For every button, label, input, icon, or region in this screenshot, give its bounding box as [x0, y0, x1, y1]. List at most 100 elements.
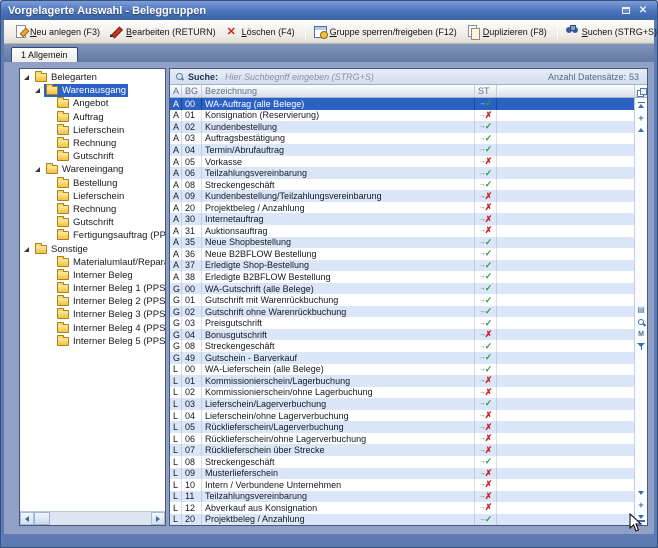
table-row[interactable]: A 06 Teilzahlungsvereinbarung [170, 167, 634, 179]
expand-triangle-icon[interactable] [24, 75, 29, 80]
table-row[interactable]: L 07 Rücklieferschein über Strecke [170, 444, 634, 456]
tree-horizontal-scrollbar[interactable] [20, 511, 165, 525]
loeschen-button[interactable]: Löschen (F4) [222, 23, 299, 40]
tree-item[interactable]: Belegarten [20, 71, 165, 84]
table-row[interactable]: A 35 Neue Shopbestellung [170, 237, 634, 249]
table-row[interactable]: A 09 Kundenbestellung/Teilzahlungsverein… [170, 190, 634, 202]
table-row[interactable]: A 30 Internetauftrag [170, 213, 634, 225]
tree-item[interactable]: Gutschrift [20, 150, 165, 163]
expand-triangle-icon[interactable] [24, 247, 29, 252]
gruppe-sperren-button[interactable]: Gruppe sperren/freigeben (F12) [310, 23, 461, 40]
bearbeiten-button[interactable]: Bearbeiten (RETURN) [106, 23, 220, 40]
tree-item[interactable]: Fertigungsauftrag (PPS) [20, 229, 165, 242]
tree-item[interactable]: Rechnung [20, 137, 165, 150]
table-row[interactable]: A 08 Streckengeschäft [170, 179, 634, 191]
column-header-st[interactable]: ST [475, 85, 497, 97]
table-row[interactable]: G 01 Gutschrift mit Warenrückbuchung [170, 294, 634, 306]
table-row[interactable]: L 09 Musterlieferschein [170, 468, 634, 480]
tree-item[interactable]: Rechnung [20, 203, 165, 216]
neu-anlegen-button[interactable]: Neu anlegen (F3) [10, 23, 104, 40]
scroll-to-top-icon[interactable] [637, 102, 646, 111]
table-row[interactable]: L 12 Abverkauf aus Konsignation [170, 502, 634, 514]
table-row[interactable]: G 00 WA-Gutschrift (alle Belege) [170, 283, 634, 295]
expand-triangle-icon[interactable] [35, 167, 40, 172]
table-row[interactable]: L 04 Lieferschein/ohne Lagerverbuchung [170, 410, 634, 422]
scroll-left-icon[interactable] [20, 512, 34, 525]
table-row[interactable]: G 49 Gutschein - Barverkauf [170, 352, 634, 364]
table-row[interactable]: A 00 WA-Auftrag (alle Belege) [170, 98, 634, 110]
table-row[interactable]: A 38 Erledigte B2BFLOW Bestellung [170, 271, 634, 283]
folder-icon [57, 152, 69, 161]
tree-item[interactable]: Interner Beleg 5 (PPS) [20, 335, 165, 348]
table-row[interactable]: A 31 Auktionsauftrag [170, 225, 634, 237]
table-row[interactable]: L 05 Rücklieferschein/Lagerverbuchung [170, 421, 634, 433]
table-row[interactable]: G 02 Gutschrift ohne Warenrückbuchung [170, 306, 634, 318]
scrollbar-thumb[interactable] [34, 512, 50, 525]
select-columns-button[interactable] [634, 85, 647, 97]
tree-item[interactable]: Angebot [20, 97, 165, 110]
column-header-bezeichnung[interactable]: Bezeichnung [202, 85, 475, 97]
table-row[interactable]: A 01 Konsignation (Reservierung) [170, 110, 634, 122]
column-header-bg[interactable]: BG [182, 85, 202, 97]
table-row[interactable]: L 00 WA-Lieferschein (alle Belege) [170, 364, 634, 376]
table-row[interactable]: A 36 Neue B2BFLOW Bestellung [170, 248, 634, 260]
tree-item[interactable]: Sonstige [20, 242, 165, 255]
table-row[interactable]: A 37 Erledigte Shop-Bestellung [170, 260, 634, 272]
search-input[interactable] [223, 71, 548, 83]
insert-plus-icon[interactable]: + [637, 114, 646, 123]
status-icon [479, 192, 493, 201]
m-icon[interactable]: M [637, 330, 646, 339]
duplizieren-button[interactable]: Duplizieren (F8) [463, 23, 551, 40]
restore-icon[interactable] [619, 4, 633, 17]
table-row[interactable]: G 08 Streckengeschäft [170, 340, 634, 352]
tree-item[interactable]: Auftrag [20, 111, 165, 124]
record-navigation-strip: + ▤ M + [634, 98, 647, 525]
tree-item[interactable]: Materialumlauf/Reparatur [20, 256, 165, 269]
column-header-a[interactable]: A [170, 85, 182, 97]
table-row[interactable]: A 02 Kundenbestellung [170, 121, 634, 133]
zoom-icon[interactable] [637, 318, 646, 327]
table-row[interactable]: L 08 Streckengeschäft [170, 456, 634, 468]
scroll-down-icon[interactable] [637, 489, 646, 498]
table-row[interactable]: A 04 Termin/Abrufauftrag [170, 144, 634, 156]
status-icon [479, 307, 493, 316]
table-row[interactable]: L 10 Intern / Verbundene Unternehmen [170, 479, 634, 491]
tree-item[interactable]: Interner Beleg 3 (PPS) [20, 308, 165, 321]
status-icon [479, 203, 493, 212]
tree-item[interactable]: Interner Beleg [20, 269, 165, 282]
filter-funnel-icon[interactable] [637, 342, 646, 351]
close-icon[interactable]: ✕ [636, 4, 650, 17]
expand-triangle-icon[interactable] [35, 88, 40, 93]
table-row[interactable]: G 03 Preisgutschrift [170, 317, 634, 329]
table-row[interactable]: A 20 Projektbeleg / Anzahlung [170, 202, 634, 214]
tree-item[interactable]: Bestellung [20, 177, 165, 190]
tree-item[interactable]: Lieferschein [20, 124, 165, 137]
table-row[interactable]: L 01 Kommissionierschein/Lagerbuchung [170, 375, 634, 387]
insert-plus-icon[interactable]: + [637, 501, 646, 510]
suchen-button[interactable]: Suchen (STRG+S) [562, 23, 658, 40]
table-row[interactable]: A 05 Vorkasse [170, 156, 634, 168]
table-row[interactable]: A 03 Auftragsbestätigung [170, 133, 634, 145]
status-icon [479, 284, 493, 293]
tree-item[interactable]: Warenausgang [20, 84, 165, 97]
scroll-right-icon[interactable] [151, 512, 165, 525]
book-icon[interactable]: ▤ [637, 306, 646, 315]
scrollbar-track[interactable] [50, 512, 151, 525]
scroll-up-icon[interactable] [637, 126, 646, 135]
table-row[interactable]: L 20 Projektbeleg / Anzahlung [170, 514, 634, 526]
tree-item[interactable]: Interner Beleg 2 (PPS) [20, 295, 165, 308]
table-row[interactable]: L 06 Rücklieferschein/ohne Lagerverbuchu… [170, 433, 634, 445]
tree-item[interactable]: Gutschrift [20, 216, 165, 229]
tree-item[interactable]: Wareneingang [20, 163, 165, 176]
tree-item[interactable]: Interner Beleg 4 (PPS) [20, 322, 165, 335]
tree-item[interactable]: Interner Beleg 1 (PPS) [20, 282, 165, 295]
tab-allgemein[interactable]: 1 Allgemein [11, 47, 78, 62]
table-row[interactable]: L 03 Lieferschein/Lagerverbuchung [170, 398, 634, 410]
table-row[interactable]: L 02 Kommissionierschein/ohne Lagerbuchu… [170, 387, 634, 399]
table-row[interactable]: G 04 Bonusgutschrift [170, 329, 634, 341]
tree-item[interactable]: Lieferschein [20, 190, 165, 203]
table-row[interactable]: L 11 Teilzahlungsvereinbarung [170, 491, 634, 503]
titlebar[interactable]: Vorgelagerte Auswahl - Beleggruppen ✕ [1, 1, 657, 20]
status-icon [479, 434, 493, 443]
scroll-to-bottom-icon[interactable] [637, 513, 646, 522]
